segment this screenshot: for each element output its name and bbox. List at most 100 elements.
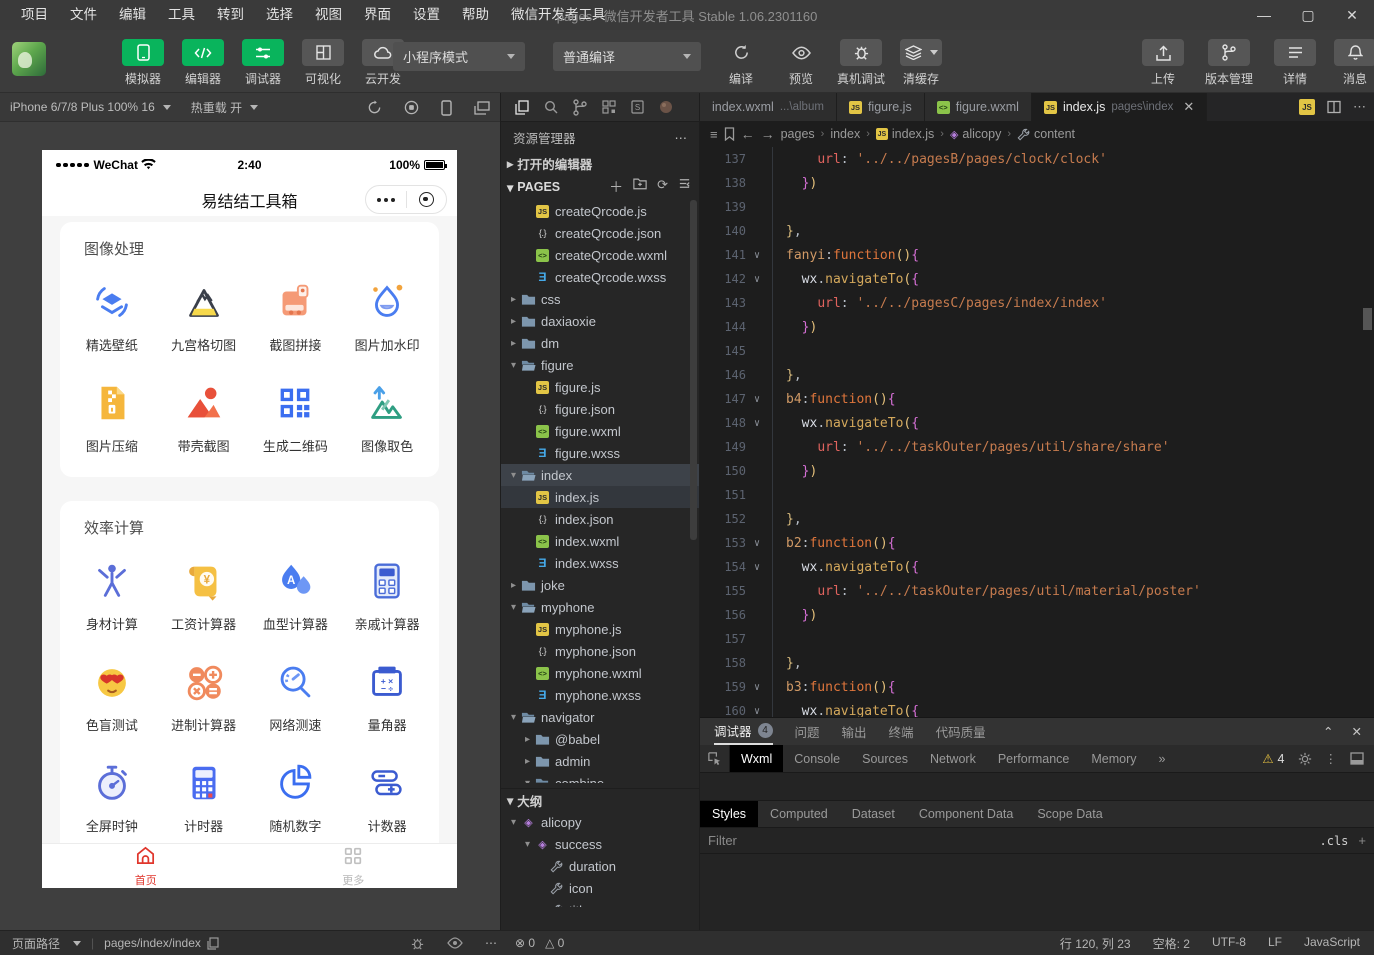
devtools-tab-Memory[interactable]: Memory xyxy=(1080,745,1147,772)
tool-随机数字[interactable]: 随机数字 xyxy=(250,746,342,843)
editor-more-icon[interactable]: ⋯ xyxy=(1353,99,1366,115)
refresh-icon[interactable]: ⟳ xyxy=(657,177,668,197)
npm-scripts-icon[interactable]: S xyxy=(631,100,644,114)
tree-item-daxiaoxie[interactable]: ▸daxiaoxie xyxy=(501,310,699,332)
extensions-icon[interactable] xyxy=(602,100,616,114)
tool-计数器[interactable]: 计数器 xyxy=(341,746,433,843)
menu-3[interactable]: 编辑 xyxy=(108,0,157,30)
add-class-icon[interactable]: + xyxy=(1358,833,1366,848)
encoding-setting[interactable]: UTF-8 xyxy=(1212,935,1246,952)
cursor-position[interactable]: 行 120, 列 23 xyxy=(1060,935,1131,952)
devtools-tab-Console[interactable]: Console xyxy=(783,745,851,772)
rotate-icon[interactable] xyxy=(367,100,382,115)
toolbar-详情-button[interactable]: 详情 xyxy=(1272,39,1318,87)
tool-量角器[interactable]: + ×− ÷量角器 xyxy=(341,645,433,746)
tree-item-figure.json[interactable]: {.}figure.json xyxy=(501,398,699,420)
tree-item-joke[interactable]: ▸joke xyxy=(501,574,699,596)
devtools-menu-icon[interactable]: ⋮ xyxy=(1325,751,1338,766)
inspect-element-icon[interactable] xyxy=(700,745,730,772)
menu-2[interactable]: 文件 xyxy=(59,0,108,30)
tree-item-combine[interactable]: ▾combine xyxy=(501,772,699,783)
tree-item-admin[interactable]: ▸admin xyxy=(501,750,699,772)
tab-首页[interactable]: 首页 xyxy=(42,844,250,888)
fold-chevron-icon[interactable]: ∨ xyxy=(746,274,768,285)
problem-counters[interactable]: ⊗ 0 △ 0 xyxy=(515,936,564,950)
pages-section-header[interactable]: ▾PAGES ＋ ⟳ xyxy=(501,175,699,199)
new-folder-icon[interactable] xyxy=(633,177,647,190)
devtools-tab-Network[interactable]: Network xyxy=(919,745,987,772)
tool-进制计算器[interactable]: 进制计算器 xyxy=(158,645,250,746)
tool-图片加水印[interactable]: 图片加水印 xyxy=(341,265,433,366)
device-select[interactable]: iPhone 6/7/8 Plus 100% 16 xyxy=(0,100,181,114)
tool-工资计算器[interactable]: ¥工资计算器 xyxy=(158,544,250,645)
style-tab-Component-Data[interactable]: Component Data xyxy=(907,801,1026,827)
tree-item-createQrcode.json[interactable]: {.}createQrcode.json xyxy=(501,222,699,244)
cls-toggle[interactable]: .cls xyxy=(1320,834,1349,848)
copy-icon[interactable] xyxy=(207,937,219,950)
tree-item-myphone[interactable]: ▾myphone xyxy=(501,596,699,618)
tree-item-title[interactable]: title xyxy=(501,899,699,907)
tree-item-myphone.wxss[interactable]: Ǝmyphone.wxss xyxy=(501,684,699,706)
menu-4[interactable]: 工具 xyxy=(157,0,206,30)
separate-window-icon[interactable] xyxy=(474,101,490,115)
clay-icon[interactable] xyxy=(659,100,673,114)
tool-精选壁纸[interactable]: 精选壁纸 xyxy=(66,265,158,366)
toolbar-清缓存-button[interactable]: 清缓存 xyxy=(898,39,944,87)
toolbar-预览-button[interactable]: 预览 xyxy=(778,39,824,87)
statusbar-more-icon[interactable]: ⋯ xyxy=(485,936,497,950)
project-avatar[interactable] xyxy=(12,42,46,76)
hot-reload-toggle[interactable]: 热重载 开 xyxy=(181,99,268,116)
menu-5[interactable]: 转到 xyxy=(206,0,255,30)
panel-tab-终端[interactable]: 终端 xyxy=(889,718,914,745)
menu-7[interactable]: 视图 xyxy=(304,0,353,30)
style-tab-Dataset[interactable]: Dataset xyxy=(840,801,907,827)
search-icon[interactable] xyxy=(544,100,558,114)
tool-图像取色[interactable]: 图像取色 xyxy=(341,366,433,467)
new-file-icon[interactable]: ＋ xyxy=(609,177,623,197)
device-frame-icon[interactable] xyxy=(441,100,452,116)
fold-chevron-icon[interactable]: ∨ xyxy=(746,562,768,573)
tree-item-navigator[interactable]: ▾navigator xyxy=(501,706,699,728)
minimize-icon[interactable]: — xyxy=(1242,0,1286,30)
scheme-select[interactable]: 小程序模式 xyxy=(393,42,525,71)
tree-item-css[interactable]: ▸css xyxy=(501,288,699,310)
nav-forward-icon[interactable]: → xyxy=(761,126,775,142)
toolbar-编辑器-button[interactable]: 编辑器 xyxy=(180,39,226,87)
bookmark-icon[interactable] xyxy=(724,127,735,141)
fold-chevron-icon[interactable]: ∨ xyxy=(746,538,768,549)
tool-图片压缩[interactable]: 图片压缩 xyxy=(66,366,158,467)
tree-scrollbar[interactable] xyxy=(690,200,697,540)
devtools-tab-Wxml[interactable]: Wxml xyxy=(730,745,783,772)
outline-list-icon[interactable]: ≡ xyxy=(710,127,718,142)
tool-生成二维码[interactable]: 生成二维码 xyxy=(250,366,342,467)
toolbar-版本管理-button[interactable]: 版本管理 xyxy=(1200,39,1258,87)
language-mode[interactable]: JavaScript xyxy=(1304,935,1360,952)
tree-item-myphone.wxml[interactable]: <>myphone.wxml xyxy=(501,662,699,684)
panel-close-icon[interactable]: ✕ xyxy=(1352,724,1362,739)
breadcrumb-alicopy[interactable]: ◈alicopy xyxy=(950,127,1001,141)
style-tab-Styles[interactable]: Styles xyxy=(700,801,758,827)
explorer-files-icon[interactable] xyxy=(515,100,529,115)
menu-1[interactable]: 项目 xyxy=(10,0,59,30)
editor-tab-index.wxml[interactable]: index.wxml...\album xyxy=(700,93,837,121)
fold-chevron-icon[interactable]: ∨ xyxy=(746,394,768,405)
breadcrumb-index.js[interactable]: JSindex.js xyxy=(876,127,934,141)
outline-section-header[interactable]: ▾大纲 xyxy=(501,788,699,811)
menu-6[interactable]: 选择 xyxy=(255,0,304,30)
editor-tab-figure.js[interactable]: JSfigure.js xyxy=(837,93,925,121)
split-editor-icon[interactable] xyxy=(1327,100,1341,114)
tree-item-myphone.json[interactable]: {.}myphone.json xyxy=(501,640,699,662)
indent-setting[interactable]: 空格: 2 xyxy=(1153,935,1190,952)
tree-item-figure.wxml[interactable]: <>figure.wxml xyxy=(501,420,699,442)
tree-item-myphone.js[interactable]: JSmyphone.js xyxy=(501,618,699,640)
toolbar-调试器-button[interactable]: 调试器 xyxy=(240,39,286,87)
git-branch-icon[interactable] xyxy=(573,99,587,116)
capsule-menu[interactable] xyxy=(365,185,447,214)
tree-item-index.json[interactable]: {.}index.json xyxy=(501,508,699,530)
wxml-dom-pane[interactable] xyxy=(700,773,1374,801)
tree-item-index.wxml[interactable]: <>index.wxml xyxy=(501,530,699,552)
tab-更多[interactable]: 更多 xyxy=(250,844,458,888)
filter-input[interactable]: Filter xyxy=(708,833,737,848)
tree-item-index[interactable]: ▾index xyxy=(501,464,699,486)
tree-item-index.wxss[interactable]: Ǝindex.wxss xyxy=(501,552,699,574)
